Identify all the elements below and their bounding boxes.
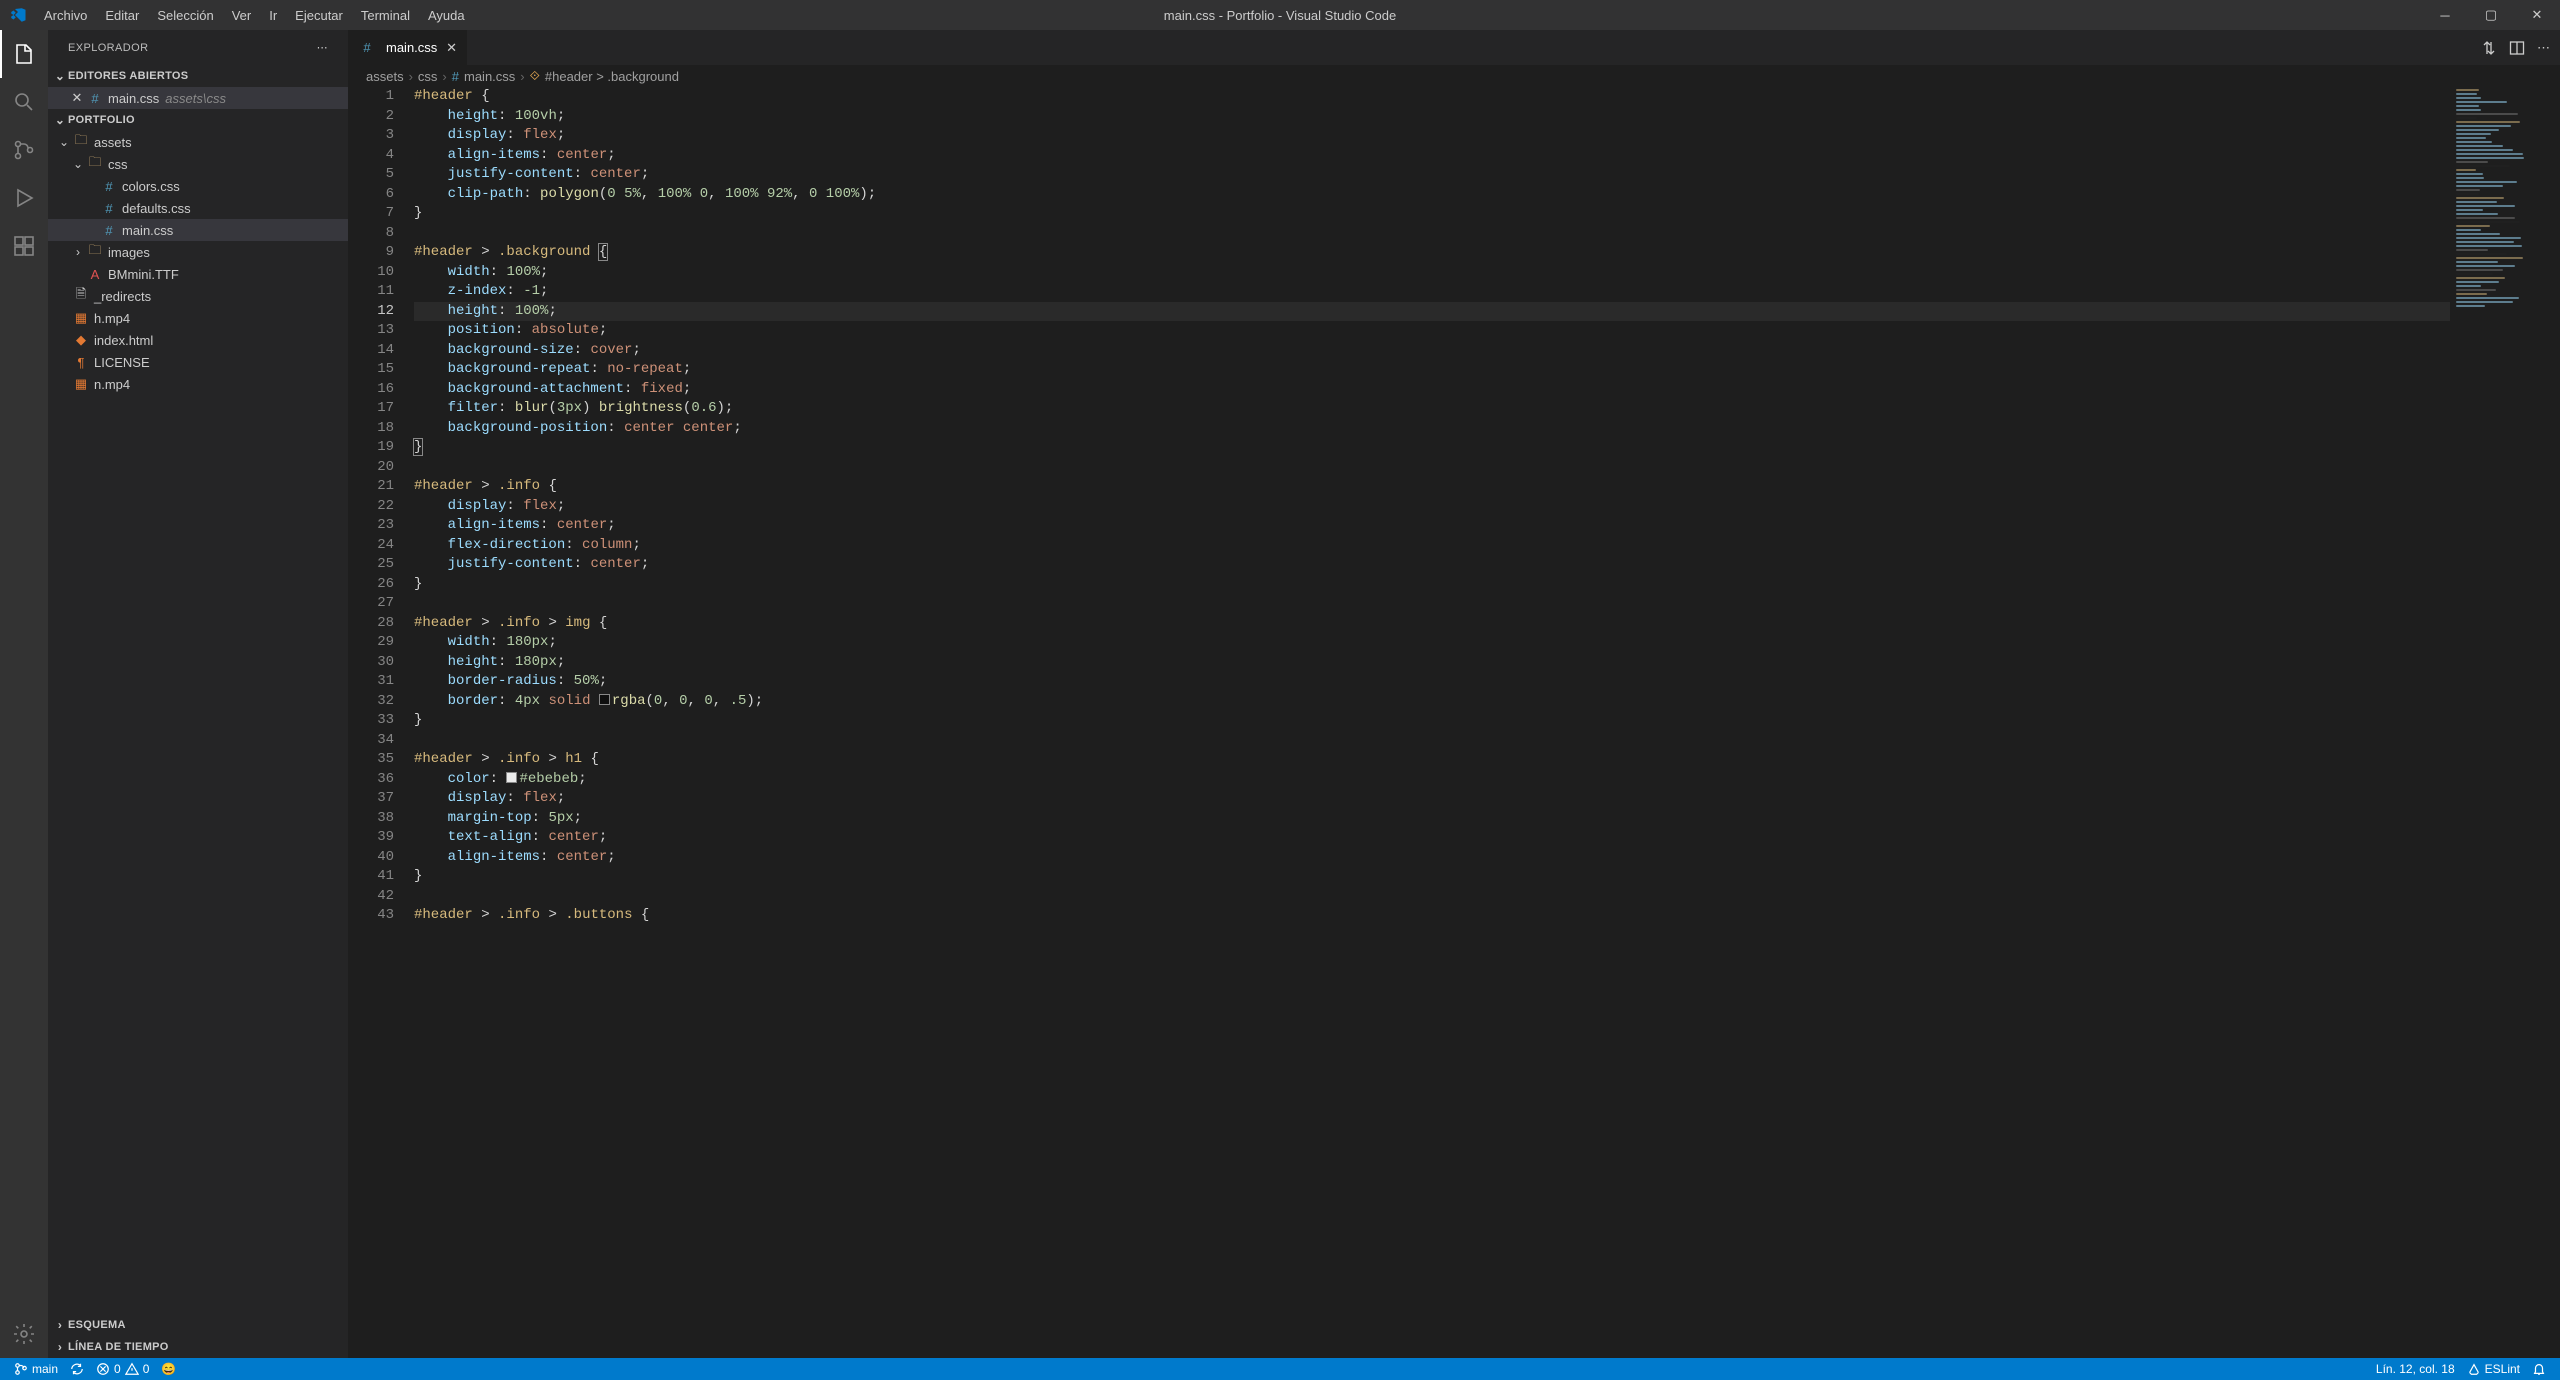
css-file-icon: # (86, 91, 104, 106)
menu-terminal[interactable]: Terminal (352, 0, 419, 30)
activity-extensions-icon[interactable] (0, 222, 48, 270)
menu-selección[interactable]: Selección (148, 0, 222, 30)
menu-ver[interactable]: Ver (223, 0, 261, 30)
tree-folder-assets[interactable]: ⌄ 🗀 assets (48, 131, 348, 153)
split-editor-icon[interactable] (2509, 40, 2525, 56)
status-branch[interactable]: main (8, 1358, 64, 1380)
tree-file-main-css[interactable]: # main.css (48, 219, 348, 241)
text-file-icon: 🗎 (72, 285, 90, 307)
code-content[interactable]: #header { height: 100vh; display: flex; … (414, 87, 2450, 1358)
css-file-icon: # (452, 69, 459, 84)
video-file-icon: ▦ (72, 376, 90, 392)
tab-label: main.css (386, 40, 437, 55)
menu-ir[interactable]: Ir (260, 0, 286, 30)
menu-ejecutar[interactable]: Ejecutar (286, 0, 352, 30)
activity-bar (0, 30, 48, 1358)
tree-folder-images[interactable]: › 🗀 images (48, 241, 348, 263)
editor-area: # main.css ✕ ⋯ assets› css› # main.css› … (348, 30, 2560, 1358)
window-title: main.css - Portfolio - Visual Studio Cod… (1164, 8, 1396, 23)
section-portfolio[interactable]: ⌄PORTFOLIO (48, 109, 348, 131)
status-bar: main 0 0 😄 Lín. 12, col. 18 ESLint (0, 1358, 2560, 1380)
tree-folder-css[interactable]: ⌄ 🗀 css (48, 153, 348, 175)
titlebar: ArchivoEditarSelecciónVerIrEjecutarTermi… (0, 0, 2560, 30)
menu-editar[interactable]: Editar (96, 0, 148, 30)
tree-file-license[interactable]: ¶ LICENSE (48, 351, 348, 373)
status-notifications-icon[interactable] (2526, 1362, 2552, 1376)
close-button[interactable]: ✕ (2514, 0, 2560, 30)
sidebar-explorer: EXPLORADOR ⋯ ⌄EDITORES ABIERTOS ✕ # main… (48, 30, 348, 1358)
tree-file-defaults-css[interactable]: # defaults.css (48, 197, 348, 219)
font-file-icon: A (86, 267, 104, 282)
tree-file-hmp4[interactable]: ▦ h.mp4 (48, 307, 348, 329)
open-editor-name: main.css (108, 91, 159, 106)
css-file-icon: # (100, 201, 118, 216)
line-gutter: 1234567891011121314151617181920212223242… (348, 87, 414, 1358)
status-eslint[interactable]: ESLint (2461, 1362, 2526, 1376)
compare-changes-icon[interactable] (2481, 40, 2497, 56)
minimize-button[interactable]: ─ (2422, 0, 2468, 30)
tree-file-colors-css[interactable]: # colors.css (48, 175, 348, 197)
tree-file-nmp4[interactable]: ▦ n.mp4 (48, 373, 348, 395)
html-file-icon: ◆ (72, 332, 90, 348)
tree-file-bmmini[interactable]: A BMmini.TTF (48, 263, 348, 285)
maximize-button[interactable]: ▢ (2468, 0, 2514, 30)
video-file-icon: ▦ (72, 310, 90, 326)
vscode-logo-icon (0, 0, 35, 30)
css-file-icon: # (100, 179, 118, 194)
code-area[interactable]: 1234567891011121314151617181920212223242… (348, 87, 2560, 1358)
section-open-editors[interactable]: ⌄EDITORES ABIERTOS (48, 65, 348, 87)
activity-run-debug-icon[interactable] (0, 174, 48, 222)
tree-file-index[interactable]: ◆ index.html (48, 329, 348, 351)
tab-main-css[interactable]: # main.css ✕ (348, 30, 468, 65)
minimap[interactable] (2450, 87, 2560, 1358)
activity-source-control-icon[interactable] (0, 126, 48, 174)
editor-tabs: # main.css ✕ ⋯ (348, 30, 2560, 65)
editor-actions: ⋯ (2471, 30, 2560, 65)
menubar: ArchivoEditarSelecciónVerIrEjecutarTermi… (35, 0, 474, 30)
status-emoji[interactable]: 😄 (155, 1358, 182, 1380)
folder-icon: 🗀 (86, 241, 104, 263)
tree-file-redirects[interactable]: 🗎 _redirects (48, 285, 348, 307)
menu-archivo[interactable]: Archivo (35, 0, 96, 30)
open-editor-path: assets\css (165, 91, 226, 106)
close-icon[interactable]: ✕ (68, 90, 86, 106)
close-icon[interactable]: ✕ (446, 40, 457, 56)
folder-icon: 🗀 (72, 131, 90, 153)
status-sync[interactable] (64, 1358, 90, 1380)
css-file-icon: # (100, 223, 118, 238)
sidebar-more-icon[interactable]: ⋯ (317, 41, 328, 54)
status-problems[interactable]: 0 0 (90, 1358, 155, 1380)
license-file-icon: ¶ (72, 355, 90, 370)
activity-explorer-icon[interactable] (0, 30, 48, 78)
window-controls: ─ ▢ ✕ (2422, 0, 2560, 30)
breadcrumbs[interactable]: assets› css› # main.css› ⟐ #header > .ba… (348, 65, 2560, 87)
menu-ayuda[interactable]: Ayuda (419, 0, 474, 30)
folder-icon: 🗀 (86, 153, 104, 175)
symbol-icon: ⟐ (530, 68, 540, 84)
status-linecol[interactable]: Lín. 12, col. 18 (2370, 1362, 2461, 1376)
section-outline[interactable]: ›ESQUEMA (48, 1314, 348, 1336)
more-actions-icon[interactable]: ⋯ (2537, 40, 2550, 56)
activity-search-icon[interactable] (0, 78, 48, 126)
open-editor-item[interactable]: ✕ # main.css assets\css (48, 87, 348, 109)
css-file-icon: # (358, 40, 376, 55)
activity-settings-icon[interactable] (0, 1310, 48, 1358)
sidebar-title: EXPLORADOR ⋯ (48, 30, 348, 65)
section-timeline[interactable]: ›LÍNEA DE TIEMPO (48, 1336, 348, 1358)
